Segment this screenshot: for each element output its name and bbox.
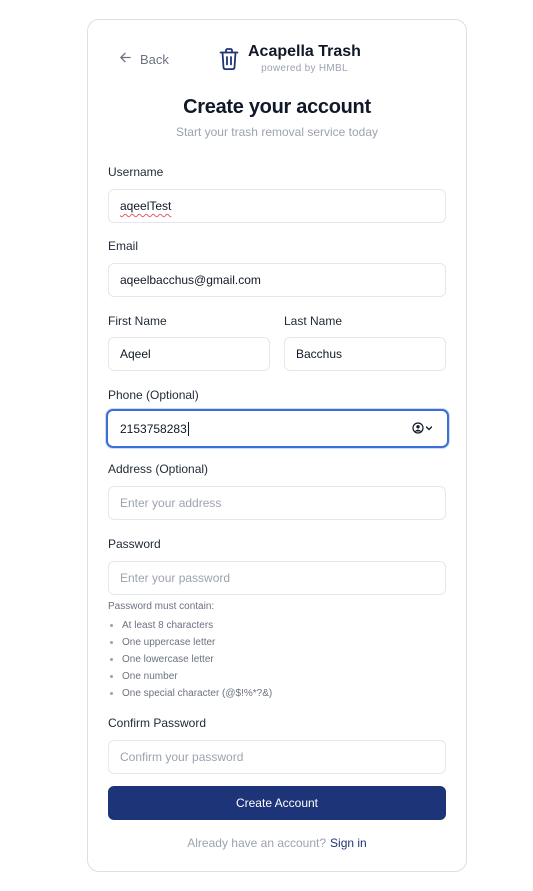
email-label: Email	[108, 239, 139, 253]
password-label: Password	[108, 537, 161, 551]
address-label: Address (Optional)	[108, 462, 209, 476]
password-requirements-title: Password must contain:	[108, 601, 215, 612]
phone-input[interactable]: 2153758283	[106, 409, 449, 448]
page-title: Create your account	[183, 96, 371, 118]
signup-card: Back Acapella Trash powered by HMBL Crea…	[87, 19, 467, 872]
email-value: aqeelbacchus@gmail.com	[120, 273, 261, 287]
address-placeholder: Enter your address	[120, 496, 222, 510]
requirement-item: At least 8 characters	[108, 617, 272, 634]
confirm-password-placeholder: Confirm your password	[120, 750, 244, 764]
last-name-label: Last Name	[284, 314, 343, 328]
brand: Acapella Trash powered by HMBL	[218, 42, 361, 75]
address-input[interactable]: Enter your address	[108, 486, 446, 520]
contact-autofill-icon[interactable]	[412, 422, 433, 434]
text-caret	[187, 421, 189, 436]
brand-title: Acapella Trash	[248, 43, 361, 60]
card-header: Back Acapella Trash powered by HMBL	[88, 20, 466, 90]
username-value: aqeelTest	[120, 199, 172, 213]
confirm-password-input[interactable]: Confirm your password	[108, 740, 446, 774]
signin-prompt: Already have an account? Sign in	[88, 836, 466, 850]
requirement-item: One number	[108, 668, 272, 685]
phone-label: Phone (Optional)	[108, 388, 199, 402]
first-name-input[interactable]: Aqeel	[108, 337, 270, 371]
brand-subtitle: powered by HMBL	[261, 63, 348, 74]
username-label: Username	[108, 165, 164, 179]
back-label: Back	[140, 51, 169, 67]
username-input[interactable]: aqeelTest	[108, 189, 446, 223]
password-placeholder: Enter your password	[120, 571, 231, 585]
page-subtitle: Start your trash removal service today	[175, 125, 379, 139]
back-button[interactable]: Back	[119, 51, 169, 67]
password-input[interactable]: Enter your password	[108, 561, 446, 595]
create-account-button[interactable]: Create Account	[108, 786, 446, 820]
password-requirements: Password must contain: At least 8 charac…	[108, 600, 272, 702]
requirement-item: One uppercase letter	[108, 634, 272, 651]
requirement-item: One lowercase letter	[108, 651, 272, 668]
last-name-value: Bacchus	[296, 347, 343, 361]
arrow-left-icon	[119, 51, 132, 67]
signin-prompt-text: Already have an account?	[187, 836, 327, 850]
trash-icon	[218, 47, 240, 71]
confirm-password-label: Confirm Password	[108, 716, 207, 730]
phone-value: 2153758283	[120, 421, 187, 436]
requirement-item: One special character (@$!%*?&)	[108, 685, 272, 702]
first-name-label: First Name	[108, 314, 167, 328]
first-name-value: Aqeel	[120, 347, 151, 361]
sign-in-link[interactable]: Sign in	[330, 836, 367, 850]
email-input[interactable]: aqeelbacchus@gmail.com	[108, 263, 446, 297]
last-name-input[interactable]: Bacchus	[284, 337, 446, 371]
